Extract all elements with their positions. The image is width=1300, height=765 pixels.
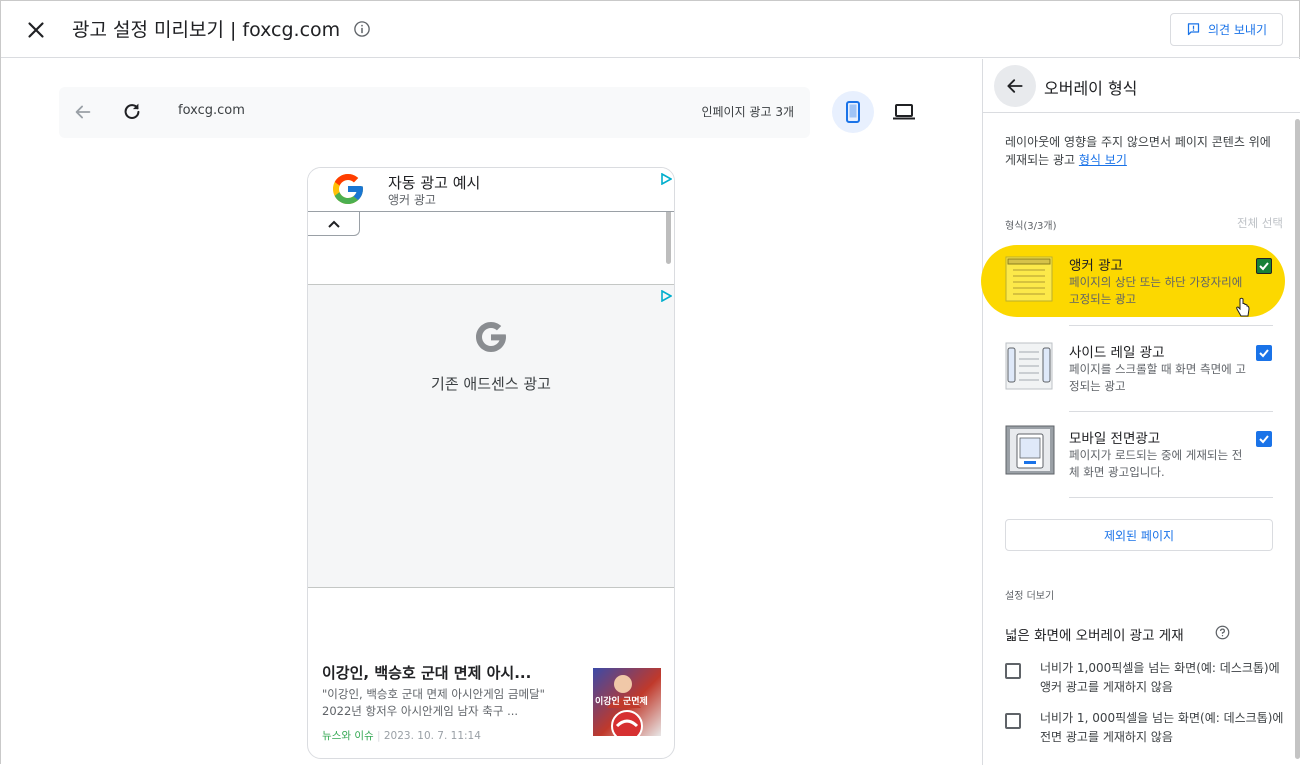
adchoices-icon[interactable] — [660, 173, 672, 185]
close-icon — [28, 22, 44, 38]
mobile-view-button[interactable] — [832, 91, 874, 133]
adchoices-icon[interactable] — [660, 290, 672, 302]
url-text: foxcg.com — [178, 103, 245, 118]
more-settings-heading: 설정 더보기 — [1005, 591, 1055, 602]
classic-ad-label: 기존 애드센스 광고 — [431, 375, 551, 393]
panel-back-button[interactable] — [994, 65, 1036, 107]
hand-cursor-icon — [1236, 297, 1250, 317]
collapse-anchor-button[interactable] — [308, 212, 360, 236]
send-feedback-button[interactable]: 의견 보내기 — [1170, 13, 1283, 46]
option-checkbox[interactable] — [1005, 663, 1021, 679]
format-divider — [1069, 325, 1273, 326]
news-title[interactable]: 이강인, 백승호 군대 면제 아시... — [322, 662, 577, 683]
meta-divider: | — [376, 730, 384, 742]
anchor-ad-example[interactable]: 자동 광고 예시 앵커 광고 — [308, 168, 674, 212]
option-label: 너비가 1, 000픽셀을 넘는 화면(예: 데스크톱)에 전면 광고를 게재하… — [1040, 711, 1284, 744]
panel-description: 레이아웃에 영향을 주지 않으면서 페이지 콘텐츠 위에 게재되는 광고 형식 … — [1005, 133, 1285, 169]
format-divider — [1069, 497, 1273, 498]
inpage-ad-count: 인페이지 광고 3개 — [701, 105, 794, 119]
option-no-anchor-desktop[interactable]: 너비가 1,000픽셀을 넘는 화면(예: 데스크톱)에 앵커 광고를 게재하지… — [1005, 659, 1295, 699]
news-date: 2023. 10. 7. 11:14 — [383, 730, 481, 742]
page-title: 광고 설정 미리보기 | foxcg.com — [72, 19, 341, 41]
preview-area: foxcg.com 인페이지 광고 3개 자동 광고 예시 앵커 광고 기존 애… — [1, 59, 982, 765]
side-rail-thumbnail-icon — [1005, 342, 1053, 390]
desktop-view-button[interactable] — [883, 91, 925, 133]
format-count: 형식(3/3개) — [1005, 221, 1057, 232]
anchor-ad-subtitle: 앵커 광고 — [388, 193, 436, 207]
smartphone-icon — [846, 101, 860, 123]
format-desc: 페이지의 상단 또는 하단 가장자리에 고정되는 광고 — [1069, 275, 1243, 306]
checkmark-icon — [1259, 435, 1269, 444]
option-checkbox[interactable] — [1005, 713, 1021, 729]
interstitial-thumbnail-icon — [1005, 425, 1055, 475]
back-arrow-icon[interactable] — [72, 101, 94, 123]
anchor-ad-thumbnail-icon — [1005, 256, 1053, 302]
info-icon[interactable] — [353, 20, 371, 38]
news-meta: 뉴스와 이슈 | 2023. 10. 7. 11:14 — [322, 728, 481, 743]
format-item-anchor[interactable]: 앵커 광고 페이지의 상단 또는 하단 가장자리에 고정되는 광고 — [983, 247, 1300, 333]
excluded-pages-button[interactable]: 제외된 페이지 — [1005, 519, 1273, 551]
checkmark-icon — [1259, 349, 1269, 358]
format-desc: 페이지를 스크롤할 때 화면 측면에 고정되는 광고 — [1069, 362, 1246, 393]
format-item-interstitial[interactable]: 모바일 전면광고 페이지가 로드되는 중에 게재되는 전체 화면 광고입니다. — [983, 419, 1300, 505]
news-thumbnail[interactable]: 이강인 군면제 — [593, 668, 661, 736]
format-desc: 페이지가 로드되는 중에 게재되는 전체 화면 광고입니다. — [1069, 448, 1243, 479]
laptop-icon — [893, 104, 915, 120]
view-formats-link[interactable]: 형식 보기 — [1079, 153, 1127, 167]
format-title: 앵커 광고 — [1069, 258, 1123, 274]
thumbnail-caption: 이강인 군면제 — [595, 697, 648, 707]
format-divider — [1069, 411, 1273, 412]
option-no-interstitial-desktop[interactable]: 너비가 1, 000픽셀을 넘는 화면(예: 데스크톱)에 전면 광고를 게재하… — [1005, 709, 1295, 749]
anchor-ad-title: 자동 광고 예시 — [388, 174, 481, 192]
format-item-side-rail[interactable]: 사이드 레일 광고 페이지를 스크롤할 때 화면 측면에 고정되는 광고 — [983, 333, 1300, 419]
send-feedback-label: 의견 보내기 — [1207, 23, 1267, 37]
url-bar: foxcg.com 인페이지 광고 3개 — [59, 87, 810, 138]
format-title: 사이드 레일 광고 — [1069, 345, 1165, 361]
back-arrow-icon — [1007, 79, 1023, 93]
news-source: 뉴스와 이슈 — [322, 730, 374, 742]
chevron-up-icon — [327, 220, 340, 228]
interstitial-checkbox[interactable] — [1256, 431, 1272, 447]
app-window: 광고 설정 미리보기 | foxcg.com 의견 보내기 foxcg.com … — [0, 0, 1300, 765]
select-all-button[interactable]: 전체 선택 — [1237, 215, 1283, 231]
header: 광고 설정 미리보기 | foxcg.com 의견 보내기 — [1, 1, 1300, 58]
description-text: 레이아웃에 영향을 주지 않으면서 페이지 콘텐츠 위에 게재되는 광고 — [1005, 135, 1271, 167]
help-icon[interactable] — [1215, 625, 1230, 640]
wide-screen-title: 넓은 화면에 오버레이 광고 게재 — [1005, 628, 1184, 644]
checkmark-icon — [1259, 262, 1269, 271]
side-rail-checkbox[interactable] — [1256, 345, 1272, 361]
anchor-checkbox[interactable] — [1256, 258, 1272, 274]
close-button[interactable] — [23, 17, 49, 43]
classic-adsense-ad: 기존 애드센스 광고 — [308, 284, 674, 588]
option-label: 너비가 1,000픽셀을 넘는 화면(예: 데스크톱)에 앵커 광고를 게재하지… — [1040, 661, 1280, 694]
google-logo-icon — [333, 174, 363, 204]
panel-header: 오버레이 형식 — [983, 59, 1300, 113]
news-snippet: "이강인, 백승호 군대 면제 아시안게임 금메달" 2022년 항저우 아시안… — [322, 687, 545, 718]
google-logo-gray-icon — [476, 322, 506, 352]
reload-icon[interactable] — [121, 100, 143, 122]
format-title: 모바일 전면광고 — [1069, 431, 1161, 447]
feedback-icon — [1187, 23, 1200, 36]
phone-preview: 자동 광고 예시 앵커 광고 기존 애드센스 광고 이강인, 백승호 군대 면제… — [307, 167, 675, 759]
panel-title: 오버레이 형식 — [1044, 79, 1138, 98]
settings-panel: 오버레이 형식 레이아웃에 영향을 주지 않으면서 페이지 콘텐츠 위에 게재되… — [981, 59, 1300, 765]
